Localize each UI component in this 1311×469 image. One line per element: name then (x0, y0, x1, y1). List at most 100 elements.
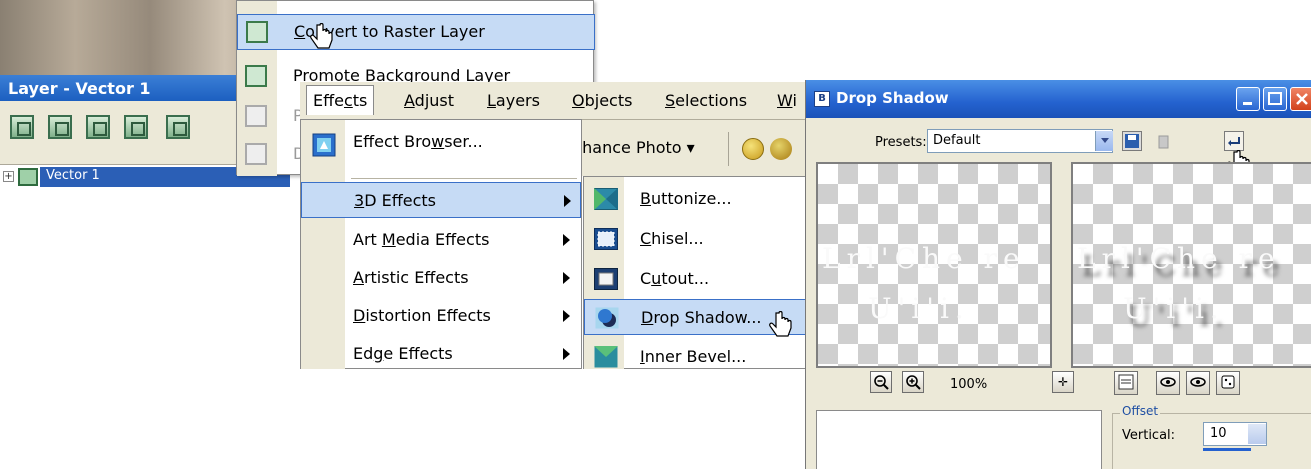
cutout-pre: C (640, 269, 652, 288)
menu-item-artistic-effects[interactable]: Artistic Effects (301, 260, 581, 296)
menu-item-3d-effects[interactable]: 3D Effects (301, 182, 581, 218)
preview-shadow-text-line1: Lrl'Che re (1077, 242, 1281, 275)
submenu-arrow-icon (564, 195, 571, 207)
effects-menu-panel: Effects Adjust Layers Objects Selections… (300, 82, 820, 369)
dialog-title: Drop Shadow (836, 89, 949, 107)
new-adjustment-layer-icon[interactable] (124, 115, 148, 139)
presets-dropdown-icon[interactable] (1095, 131, 1113, 151)
menu-objects-mnemonic: O (572, 91, 585, 110)
menu-objects[interactable]: Objects (572, 91, 632, 110)
menu-effects-post: ts (352, 91, 368, 110)
pan-button[interactable]: ✛ (1052, 371, 1074, 393)
cutout-post: tout... (661, 269, 710, 288)
after-preview: Lrl'Che re U'i'i. (1071, 162, 1311, 368)
3d-effects-mnemonic: 3 (354, 191, 365, 210)
menu-effects-pre: Effe (313, 91, 344, 110)
menu-selections-mnemonic: S (665, 91, 676, 110)
effect-browser-mnemonic: w (431, 132, 445, 151)
convert-raster-icon (246, 21, 268, 43)
chisel-mnemonic: C (640, 229, 652, 248)
menu-effects[interactable]: Effects (306, 85, 375, 115)
menu-bar: Effects Adjust Layers Objects Selections… (300, 82, 820, 120)
menu-adjust-post: djust (414, 91, 455, 110)
menu-window-mnemonic: W (777, 91, 793, 110)
auto-proof-button[interactable] (1186, 371, 1210, 395)
art-media-post: edia Effects (395, 230, 490, 249)
menu-item-buttonize[interactable]: Buttonize... (584, 181, 819, 217)
menu-adjust[interactable]: Adjust (404, 91, 454, 110)
reset-button[interactable] (1224, 131, 1244, 151)
minimize-icon (1243, 102, 1252, 105)
zoom-out-icon (874, 375, 889, 390)
edge-post: e Effects (383, 344, 453, 363)
artistic-mnemonic: A (353, 268, 364, 287)
menu-layers[interactable]: Layers (487, 91, 540, 110)
dice-icon (1221, 375, 1235, 389)
vector-layer-icon (18, 168, 38, 186)
expand-icon[interactable]: + (3, 171, 14, 182)
distortion-mnemonic: D (353, 306, 366, 325)
enhance-photo-dropdown[interactable]: nhance Photo ▾ (572, 138, 695, 157)
inner-bevel-icon (594, 346, 618, 368)
proof-eye-icon (1160, 377, 1176, 387)
promote-layer-icon (245, 65, 267, 87)
submenu-arrow-icon (563, 272, 570, 284)
menu-item-chisel[interactable]: Chisel... (584, 221, 819, 257)
hand-cursor-icon (769, 311, 792, 337)
show-marquee-button[interactable] (1114, 371, 1138, 395)
proof-button[interactable] (1156, 371, 1180, 395)
new-vector-layer-icon[interactable] (48, 115, 72, 139)
menu-item-cutout[interactable]: Cutout... (584, 261, 819, 297)
marquee-icon (1118, 374, 1134, 390)
zoom-out-button[interactable] (870, 371, 892, 393)
buttonize-icon (594, 188, 618, 210)
disabled-selection-icon (245, 143, 267, 165)
auto-proof-eye-icon (1190, 377, 1206, 387)
disabled-layer-icon (245, 105, 267, 127)
toolbar-separator (728, 132, 729, 166)
presets-label: Presets: (875, 135, 927, 150)
menu-item-inner-bevel[interactable]: Inner Bevel... (584, 339, 819, 369)
menu-item-convert-to-raster[interactable]: Convert to Raster Layer (237, 14, 595, 50)
save-preset-icon[interactable] (1122, 131, 1142, 151)
close-button[interactable] (1290, 87, 1311, 111)
zoom-in-button[interactable] (902, 371, 924, 393)
edge-pre: Ed (353, 344, 374, 363)
presets-select[interactable]: Default (927, 129, 1113, 153)
maximize-button[interactable] (1263, 87, 1287, 111)
new-mask-layer-icon[interactable] (86, 115, 110, 139)
drop-shadow-post: rop Shadow... (653, 308, 762, 327)
menu-layers-post: ayers (495, 91, 540, 110)
shadow-direction-area[interactable] (816, 410, 1102, 469)
menu-item-edge-effects[interactable]: Edge Effects (301, 336, 581, 369)
cutout-mnemonic: u (651, 269, 662, 288)
menu-effects-mnemonic: c (343, 91, 353, 110)
delete-preset-icon[interactable] (1153, 131, 1173, 151)
drop-shadow-icon (595, 307, 619, 329)
menu-selections-post: elections (675, 91, 748, 110)
zoom-in-icon (906, 375, 921, 390)
randomize-button[interactable] (1216, 371, 1240, 395)
minimize-button[interactable] (1236, 87, 1260, 111)
before-preview[interactable]: Lrl'Che re U'i'i. (816, 162, 1052, 368)
menu-item-effect-browser[interactable]: Effect Browser... (301, 120, 581, 176)
effect-browser-pre: Effect Bro (353, 132, 432, 151)
menu-selections[interactable]: Selections (665, 91, 747, 110)
new-raster-layer-icon[interactable] (10, 115, 34, 139)
hand-cursor-icon (310, 23, 333, 49)
toolbar-extra-icon[interactable] (770, 138, 792, 160)
zoom-level: 100% (950, 377, 988, 392)
preview-shadow-text-line2: U'i'i. (1123, 292, 1225, 325)
layer-tool-icon[interactable] (166, 115, 190, 139)
menu-window[interactable]: Wi (777, 91, 797, 110)
vertical-spinner-icon[interactable] (1248, 424, 1266, 444)
menu-item-art-media-effects[interactable]: Art Media Effects (301, 222, 581, 258)
vertical-slider-bar[interactable] (1203, 448, 1251, 451)
menu-item-distortion-effects[interactable]: Distortion Effects (301, 298, 581, 334)
art-media-mnemonic: M (381, 230, 396, 249)
close-icon (1296, 93, 1308, 105)
menu-layers-mnemonic: L (487, 91, 496, 110)
3d-effects-post: D Effects (364, 191, 436, 210)
drop-shadow-dialog: B Drop Shadow Presets: Default Lrl'Che r… (805, 80, 1311, 469)
one-step-photo-fix-icon[interactable] (742, 138, 764, 160)
